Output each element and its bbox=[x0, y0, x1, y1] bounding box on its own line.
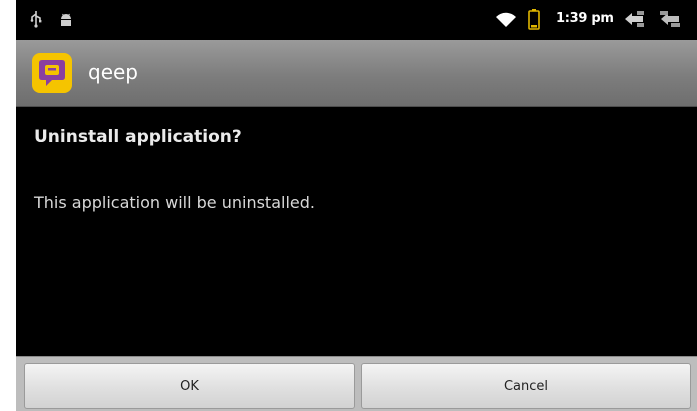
menu-icon[interactable] bbox=[659, 10, 681, 28]
back-icon[interactable] bbox=[623, 10, 645, 28]
qeep-app-icon bbox=[32, 53, 72, 93]
cancel-button[interactable]: Cancel bbox=[361, 363, 691, 409]
device-screen: 1:39 pm qeep Uninstall application? This… bbox=[16, 0, 697, 411]
dialog-title: Uninstall application? bbox=[34, 127, 242, 147]
ok-button[interactable]: OK bbox=[24, 363, 355, 409]
usb-icon bbox=[30, 11, 42, 28]
dialog-button-bar: OK Cancel bbox=[16, 356, 697, 411]
dialog-message: This application will be uninstalled. bbox=[34, 193, 315, 212]
status-clock: 1:39 pm bbox=[556, 11, 614, 26]
ok-button-label: OK bbox=[180, 378, 199, 394]
wifi-icon bbox=[496, 12, 516, 27]
dialog-title-bar: qeep bbox=[16, 40, 697, 107]
battery-icon bbox=[528, 9, 540, 30]
android-debug-icon bbox=[61, 13, 71, 26]
status-bar: 1:39 pm bbox=[16, 0, 697, 40]
app-name: qeep bbox=[88, 60, 138, 84]
cancel-button-label: Cancel bbox=[503, 378, 549, 394]
